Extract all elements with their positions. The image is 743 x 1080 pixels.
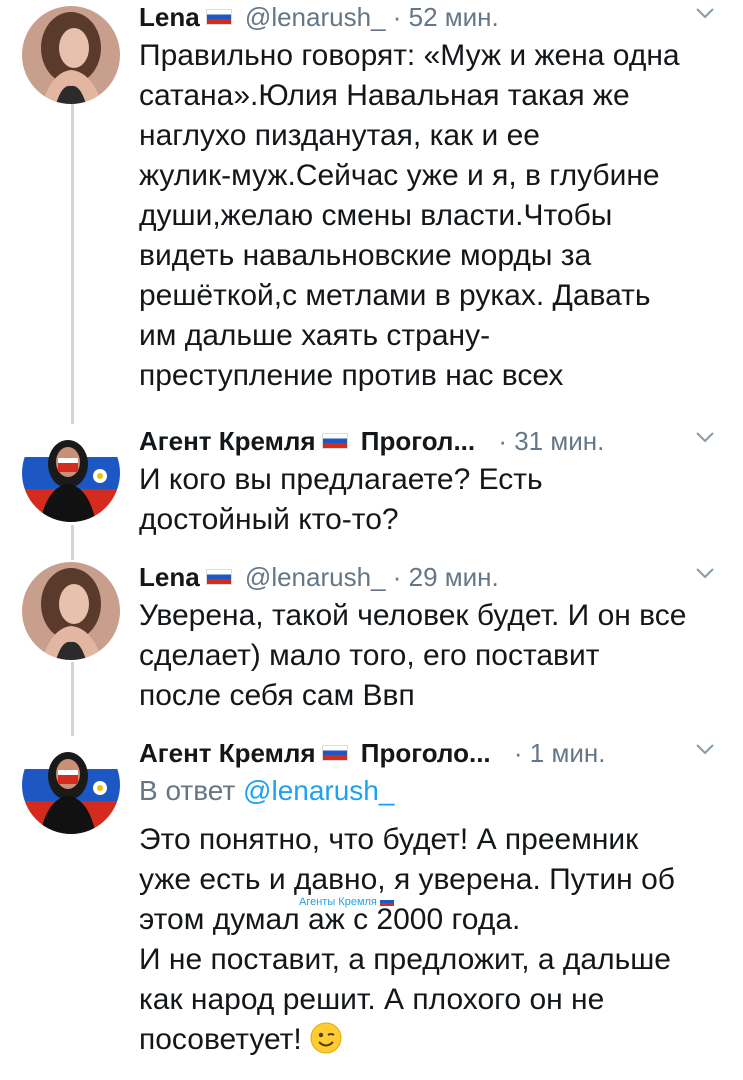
thread-line [71, 662, 74, 736]
russian-flag-icon [379, 896, 394, 906]
avatar-image [22, 562, 120, 660]
reply-handle-link[interactable]: @lenarush_ [243, 775, 394, 806]
avatar-image [22, 6, 120, 104]
thread-line [71, 104, 74, 424]
timestamp[interactable]: · 31 мин. [498, 426, 604, 456]
timestamp[interactable]: · 29 мин. [393, 562, 499, 592]
display-name[interactable]: Агент Кремля [139, 426, 316, 456]
chevron-down-icon[interactable] [695, 6, 715, 20]
handle[interactable]: Проголо... [361, 738, 491, 768]
avatar-agent-kremlya[interactable] [22, 424, 120, 522]
chevron-down-icon[interactable] [695, 742, 715, 756]
tweet-text: И кого вы предлагаете? Есть достойный кт… [139, 463, 543, 536]
handle[interactable]: Прогол... [361, 426, 475, 456]
timestamp[interactable]: · 1 мин. [514, 738, 606, 768]
display-name[interactable]: Lena [139, 2, 200, 32]
display-name[interactable]: Lena [139, 562, 200, 592]
winking-face-icon [310, 1022, 342, 1054]
chevron-down-icon[interactable] [695, 566, 715, 580]
tweet-text: Правильно говорят: «Муж и жена одна сата… [139, 39, 680, 392]
tweet-header: Lena @lenarush_ · 29 мин. [139, 560, 729, 594]
tweet-header: Lena @lenarush_ · 52 мин. [139, 0, 729, 34]
thread-line [71, 525, 74, 560]
display-name[interactable]: Агент Кремля [139, 738, 316, 768]
tweet-text: Уверена, такой человек будет. И он все с… [139, 599, 687, 712]
avatar-image [22, 736, 120, 834]
reply-prefix: В ответ [139, 775, 236, 806]
avatar-image [22, 424, 120, 522]
watermark-text: Агенты Кремля [299, 896, 377, 908]
avatar-lena[interactable] [22, 562, 120, 660]
russian-flag-icon [321, 745, 348, 762]
tweet-header: Агент Кремля Прогол... · 31 мин. [139, 424, 729, 458]
tweet-text: Это понятно, что будет! А преемник уже е… [139, 823, 675, 1056]
reply-context: В ответ @lenarush_ [139, 772, 729, 810]
russian-flag-icon [205, 9, 232, 26]
tweet-header: Агент Кремля Проголо... · 1 мин. [139, 736, 729, 770]
avatar-lena[interactable] [22, 6, 120, 104]
chevron-down-icon[interactable] [695, 430, 715, 444]
watermark: Агенты Кремля [299, 896, 394, 908]
handle[interactable]: @lenarush_ [245, 2, 386, 32]
avatar-agent-kremlya[interactable] [22, 736, 120, 834]
timestamp[interactable]: · 52 мин. [393, 2, 499, 32]
russian-flag-icon [321, 433, 348, 450]
tweet-text-wrapper: Это понятно, что будет! А преемник уже е… [139, 820, 729, 1060]
handle[interactable]: @lenarush_ [245, 562, 386, 592]
russian-flag-icon [205, 569, 232, 586]
